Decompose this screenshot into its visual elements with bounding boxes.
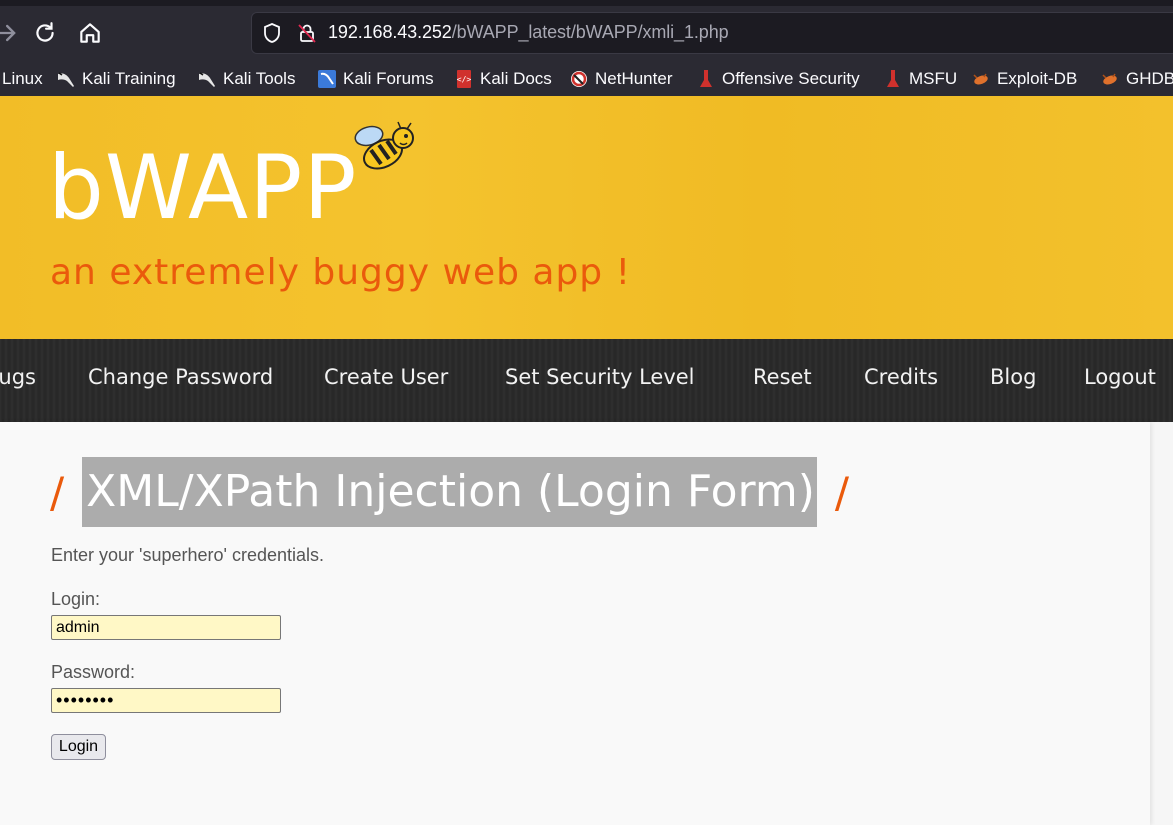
reload-icon[interactable] xyxy=(32,20,58,46)
bookmark-ghdb[interactable]: GHDB xyxy=(1100,66,1173,92)
bookmark-kali-tools[interactable]: Kali Tools xyxy=(197,66,295,92)
url-bar[interactable]: 192.168.43.252/bWAPP_latest/bWAPP/xmli_1… xyxy=(251,12,1173,54)
nethunter-icon xyxy=(569,69,589,89)
forward-arrow-icon[interactable] xyxy=(0,19,20,47)
site-header: bWAPP an extremely buggy web app ! xyxy=(0,96,1173,339)
bookmark-kali-docs[interactable]: </> Kali Docs xyxy=(454,66,552,92)
bookmark-label: Kali Forums xyxy=(343,69,434,88)
credentials-instructions: Enter your 'superhero' credentials. xyxy=(51,545,325,565)
menu-item-change-password[interactable]: Change Password xyxy=(88,365,273,389)
bookmark-label: Kali Docs xyxy=(480,69,552,88)
password-input[interactable] xyxy=(51,688,281,713)
kali-forums-icon xyxy=(317,69,337,89)
url-host: 192.168.43.252 xyxy=(328,22,452,42)
bee-icon xyxy=(353,120,421,176)
login-input[interactable] xyxy=(51,615,281,640)
menu-item-blog[interactable]: Blog xyxy=(990,365,1036,389)
main-content: / XML/XPath Injection (Login Form) / Ent… xyxy=(0,422,1150,825)
exploit-db-bug-icon xyxy=(1100,69,1120,89)
menu-item-set-security-level[interactable]: Set Security Level xyxy=(505,365,695,389)
browser-toolbar: 192.168.43.252/bWAPP_latest/bWAPP/xmli_1… xyxy=(0,0,1173,62)
tracking-protection-shield-icon[interactable] xyxy=(262,22,282,44)
bookmark-label: Kali Training xyxy=(82,69,176,88)
bookmark-label: Linux xyxy=(2,69,43,88)
kali-dragon-icon xyxy=(56,69,76,89)
bookmark-msfu[interactable]: MSFU xyxy=(883,66,957,92)
kali-docs-icon: </> xyxy=(454,69,474,89)
offensive-security-icon xyxy=(696,69,716,89)
menu-item-bugs[interactable]: Bugs xyxy=(0,365,36,389)
home-icon[interactable] xyxy=(77,20,103,46)
title-slash-left: / xyxy=(50,467,65,517)
menu-item-logout[interactable]: Logout xyxy=(1084,365,1156,389)
title-slash-right: / xyxy=(834,467,850,517)
offensive-security-icon xyxy=(883,69,903,89)
bookmark-label: MSFU xyxy=(909,69,958,88)
bookmark-offensive-security[interactable]: Offensive Security xyxy=(696,66,860,92)
password-label: Password: xyxy=(51,662,136,682)
login-label: Login: xyxy=(51,589,101,609)
bookmark-label: Offensive Security xyxy=(722,69,860,88)
site-logo[interactable]: bWAPP xyxy=(48,136,357,239)
site-tagline: an extremely buggy web app ! xyxy=(50,252,632,293)
bookmark-label: Kali Tools xyxy=(223,69,296,88)
bookmarks-toolbar: Linux Kali Training Kali Tools Kali Foru… xyxy=(0,62,1173,97)
page-title: / XML/XPath Injection (Login Form) / xyxy=(50,456,849,528)
menu-item-create-user[interactable]: Create User xyxy=(324,365,448,389)
insecure-lock-icon[interactable] xyxy=(296,22,318,44)
exploit-db-bug-icon xyxy=(971,69,991,89)
bookmark-linux[interactable]: Linux xyxy=(2,66,43,92)
bookmark-kali-training[interactable]: Kali Training xyxy=(56,66,176,92)
bookmark-nethunter[interactable]: NetHunter xyxy=(569,66,672,92)
bookmark-kali-forums[interactable]: Kali Forums xyxy=(317,66,434,92)
bookmark-exploit-db[interactable]: Exploit-DB xyxy=(971,66,1077,92)
bookmark-label: NetHunter xyxy=(595,69,673,88)
tab-strip-edge xyxy=(0,0,1173,6)
menu-item-reset[interactable]: Reset xyxy=(753,365,812,389)
login-button[interactable]: Login xyxy=(51,734,106,760)
main-menu: Bugs Change Password Create User Set Sec… xyxy=(0,339,1173,422)
bookmark-label: GHDB xyxy=(1126,69,1173,88)
kali-dragon-icon xyxy=(197,69,217,89)
menu-item-credits[interactable]: Credits xyxy=(864,365,938,389)
bookmark-label: Exploit-DB xyxy=(997,69,1078,88)
svg-text:</>: </> xyxy=(457,75,472,84)
page-title-text: XML/XPath Injection (Login Form) xyxy=(82,457,817,527)
url-text[interactable]: 192.168.43.252/bWAPP_latest/bWAPP/xmli_1… xyxy=(328,22,729,43)
url-path: /bWAPP_latest/bWAPP/xmli_1.php xyxy=(451,22,729,42)
